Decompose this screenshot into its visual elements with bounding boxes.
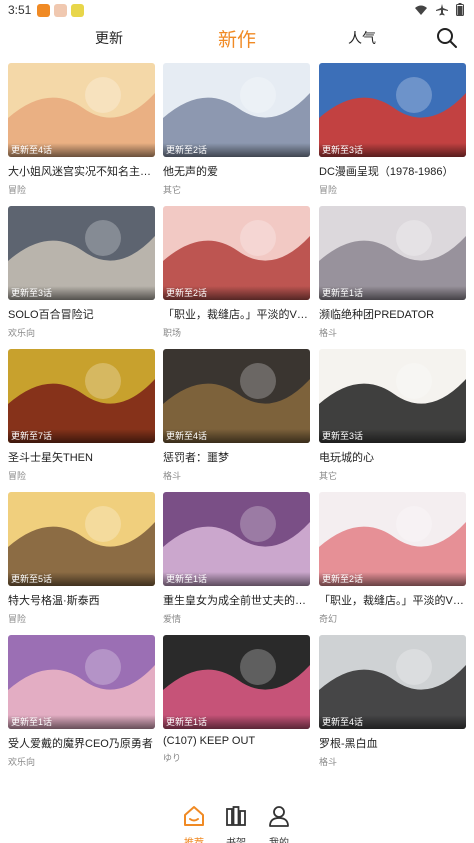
comic-genre: 职场	[163, 328, 182, 338]
comic-cover: 更新至3话	[319, 349, 466, 443]
comic-title: 特大号格温·斯泰西	[8, 595, 100, 607]
comic-genre: 冒险	[319, 185, 338, 195]
comic-cover: 更新至1话	[319, 206, 466, 300]
update-badge: 更新至7话	[8, 429, 155, 443]
comic-cover: 更新至4话	[8, 63, 155, 157]
comic-title: 濒临绝种团PREDATOR	[319, 309, 435, 321]
comic-card[interactable]: 更新至1话重生皇女为成全前世丈夫的初… 爱情	[163, 492, 310, 625]
comic-cover: 更新至5话	[8, 492, 155, 586]
user-icon	[269, 806, 289, 827]
update-badge: 更新至1话	[163, 572, 310, 586]
comic-genre: 欢乐向	[8, 328, 36, 338]
nav-label: 书架	[216, 834, 256, 843]
comic-cover: 更新至4话	[319, 635, 466, 729]
comic-title: DC漫画呈现（1978-1986）	[319, 166, 454, 178]
update-badge: 更新至5话	[8, 572, 155, 586]
battery-icon	[456, 3, 464, 16]
comic-genre: ゆり	[163, 753, 182, 763]
comic-card[interactable]: 更新至1话受人爱戴的魔界CEO乃原勇者 欢乐向	[8, 635, 155, 768]
update-badge: 更新至3话	[319, 429, 466, 443]
nav-label: 我的	[259, 834, 299, 843]
comic-title: SOLO百合冒险记	[8, 309, 94, 321]
tab-update[interactable]: 更新	[95, 28, 123, 48]
update-badge: 更新至1话	[8, 715, 155, 729]
comic-genre: 冒险	[8, 471, 27, 481]
comic-genre: 奇幻	[319, 614, 338, 624]
comic-genre: 冒险	[8, 614, 27, 624]
comic-card[interactable]: 更新至7话圣斗士星矢THEN 冒险	[8, 349, 155, 482]
comic-cover: 更新至2话	[163, 63, 310, 157]
comic-card[interactable]: 更新至1话 (C107) KEEP OUT ゆり	[163, 635, 310, 764]
comic-title: 电玩城的心	[319, 452, 374, 464]
comic-cover: 更新至2话	[319, 492, 466, 586]
comic-cover: 更新至3话	[319, 63, 466, 157]
comic-cover: 更新至7话	[8, 349, 155, 443]
comic-genre: 格斗	[319, 328, 338, 338]
comic-genre: 欢乐向	[8, 757, 36, 767]
comic-title: 「职业，裁缝店。」平淡的VR…	[163, 309, 310, 321]
comic-card[interactable]: 更新至3话电玩城的心其它	[319, 349, 466, 482]
comic-title: 惩罚者：噩梦	[163, 452, 229, 464]
tab-popular[interactable]: 人气	[348, 28, 376, 48]
comic-card[interactable]: 更新至4话惩罚者：噩梦 格斗	[163, 349, 310, 482]
update-badge: 更新至2话	[163, 143, 310, 157]
comic-card[interactable]: 更新至3话 SOLO百合冒险记 欢乐向	[8, 206, 155, 339]
update-badge: 更新至4话	[319, 715, 466, 729]
update-badge: 更新至3话	[8, 286, 155, 300]
nav-label: 推荐	[174, 834, 214, 843]
comic-title: 受人爱戴的魔界CEO乃原勇者	[8, 738, 153, 750]
comic-title: 罗根-黑白血	[319, 738, 378, 750]
comic-genre: 格斗	[163, 471, 182, 481]
status-time: 3:51	[8, 3, 32, 17]
update-badge: 更新至2话	[163, 286, 310, 300]
comic-title: (C107) KEEP OUT	[163, 735, 256, 747]
comic-cover: 更新至1话	[163, 635, 310, 729]
bottom-nav: 推荐 书架 我的	[0, 775, 474, 843]
comic-card[interactable]: 更新至1话濒临绝种团PREDATOR 格斗	[319, 206, 466, 339]
comic-cover: 更新至2话	[163, 206, 310, 300]
comic-card[interactable]: 更新至5话特大号格温·斯泰西 冒险	[8, 492, 155, 625]
comic-card[interactable]: 更新至3话 DC漫画呈现（1978-1986） 冒险	[319, 63, 466, 196]
tab-new[interactable]: 新作	[218, 25, 256, 52]
comic-title: 圣斗士星矢THEN	[8, 452, 93, 464]
nav-mine[interactable]: 我的	[259, 805, 299, 843]
comic-title: 大小姐风迷宫实况不知名主播…	[8, 166, 155, 178]
comic-title: 「职业，裁缝店。」平淡的VR…	[319, 595, 466, 607]
home-icon	[184, 806, 204, 826]
update-badge: 更新至4话	[8, 143, 155, 157]
comic-cover: 更新至1话	[163, 492, 310, 586]
comic-cover: 更新至4话	[163, 349, 310, 443]
comic-cover: 更新至1话	[8, 635, 155, 729]
update-badge: 更新至3话	[319, 143, 466, 157]
app-notification-icon	[71, 3, 85, 17]
comic-genre: 其它	[319, 471, 338, 481]
top-nav: 更新 新作 人气	[0, 20, 474, 56]
comic-genre: 其它	[163, 185, 182, 195]
comic-card[interactable]: 更新至2话「职业，裁缝店。」平淡的VR… 职场	[163, 206, 310, 339]
update-badge: 更新至2话	[319, 572, 466, 586]
update-badge: 更新至4话	[163, 429, 310, 443]
comic-genre: 冒险	[8, 185, 27, 195]
comic-grid: 更新至4话 大小姐风迷宫实况不知名主播… 冒险 更新至2话 他无声的爱 其它 更新至3话 DC…	[8, 63, 468, 775]
comic-card[interactable]: 更新至4话罗根-黑白血 格斗	[319, 635, 466, 768]
bookshelf-icon	[226, 806, 246, 826]
wifi-icon	[415, 5, 427, 15]
app-notification-icon	[54, 3, 68, 17]
status-bar: 3:51	[0, 0, 474, 20]
update-badge: 更新至1话	[163, 715, 310, 729]
comic-title: 他无声的爱	[163, 166, 218, 178]
nav-recommend[interactable]: 推荐	[174, 805, 214, 843]
nav-bookshelf[interactable]: 书架	[216, 805, 256, 843]
comic-title: 重生皇女为成全前世丈夫的初…	[163, 595, 310, 607]
comic-card[interactable]: 更新至4话大小姐风迷宫实况不知名主播… 冒险	[8, 63, 155, 196]
comic-cover: 更新至3话	[8, 206, 155, 300]
comic-genre: 爱情	[163, 614, 182, 624]
comic-card[interactable]: 更新至2话「职业，裁缝店。」平淡的VR… 奇幻	[319, 492, 466, 625]
airplane-icon	[436, 3, 448, 15]
update-badge: 更新至1话	[319, 286, 466, 300]
search-icon[interactable]	[436, 27, 458, 49]
comic-card[interactable]: 更新至2话他无声的爱其它	[163, 63, 310, 196]
app-notification-icon	[37, 3, 51, 17]
comic-genre: 格斗	[319, 757, 338, 767]
